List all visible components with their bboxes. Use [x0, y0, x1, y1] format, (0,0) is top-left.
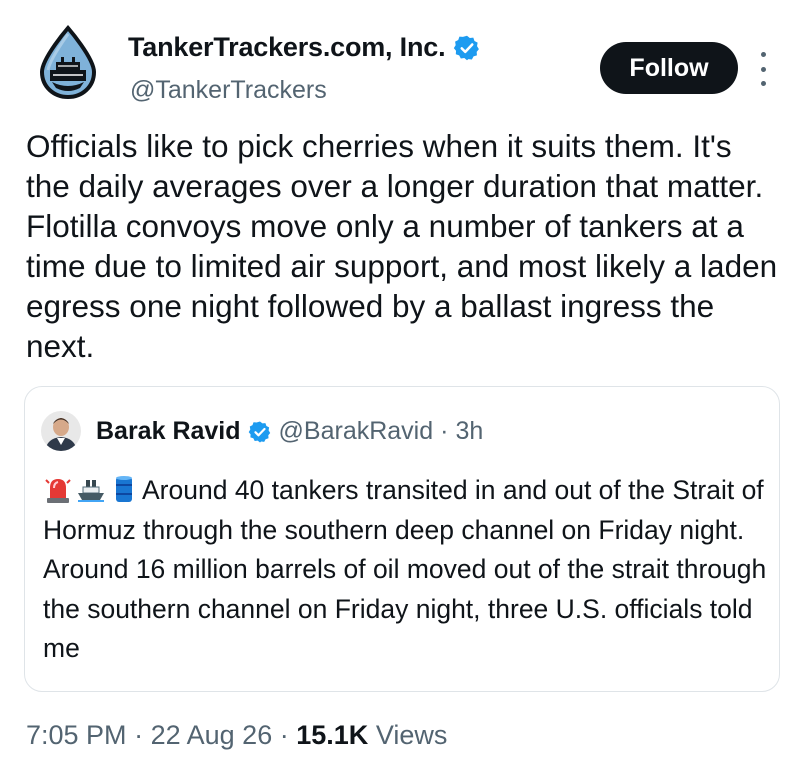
- quote-author-handle[interactable]: @BarakRavid: [279, 417, 434, 446]
- more-dot: [760, 81, 766, 86]
- author-avatar[interactable]: [30, 24, 106, 100]
- views-label[interactable]: Views: [376, 720, 448, 750]
- tweet-text: Officials like to pick cherries when it …: [26, 128, 786, 364]
- author-name-row[interactable]: TankerTrackers.com, Inc.: [128, 32, 481, 63]
- ship-emoji-icon: [78, 480, 104, 502]
- quote-separator: ·: [440, 417, 449, 445]
- quote-timestamp[interactable]: 3h: [455, 417, 483, 446]
- quote-author-name[interactable]: Barak Ravid: [96, 417, 241, 446]
- quote-text: Around 40 tankers transited in and out o…: [43, 471, 773, 669]
- more-dot: [760, 66, 766, 72]
- tweet-meta: 7:05 PM · 22 Aug 26 · 15.1K Views: [26, 720, 447, 751]
- quote-author-avatar[interactable]: [41, 411, 81, 451]
- oil-drum-emoji-icon: [116, 476, 132, 502]
- meta-separator: ·: [134, 720, 144, 750]
- siren-emoji-icon: [45, 479, 71, 503]
- follow-button[interactable]: Follow: [600, 42, 738, 94]
- tweet-date[interactable]: 22 Aug 26: [151, 720, 273, 750]
- more-vertical-icon[interactable]: [752, 52, 774, 86]
- author-handle[interactable]: @TankerTrackers: [130, 76, 327, 105]
- verified-badge-icon: [454, 35, 480, 60]
- author-name[interactable]: TankerTrackers.com, Inc.: [128, 32, 446, 63]
- verified-badge-icon: [248, 421, 270, 442]
- water-drop-ship-logo-icon: [39, 24, 97, 100]
- tweet-time[interactable]: 7:05 PM: [26, 720, 127, 750]
- quote-text-body: Around 40 tankers transited in and out o…: [43, 475, 767, 663]
- views-count[interactable]: 15.1K: [296, 720, 368, 750]
- person-avatar-icon: [41, 411, 81, 451]
- quoted-tweet-card[interactable]: Barak Ravid @BarakRavid · 3h Around 40 t…: [24, 386, 780, 692]
- more-dot: [760, 52, 766, 57]
- quote-header: Barak Ravid @BarakRavid · 3h: [96, 417, 483, 446]
- meta-separator: ·: [279, 720, 289, 750]
